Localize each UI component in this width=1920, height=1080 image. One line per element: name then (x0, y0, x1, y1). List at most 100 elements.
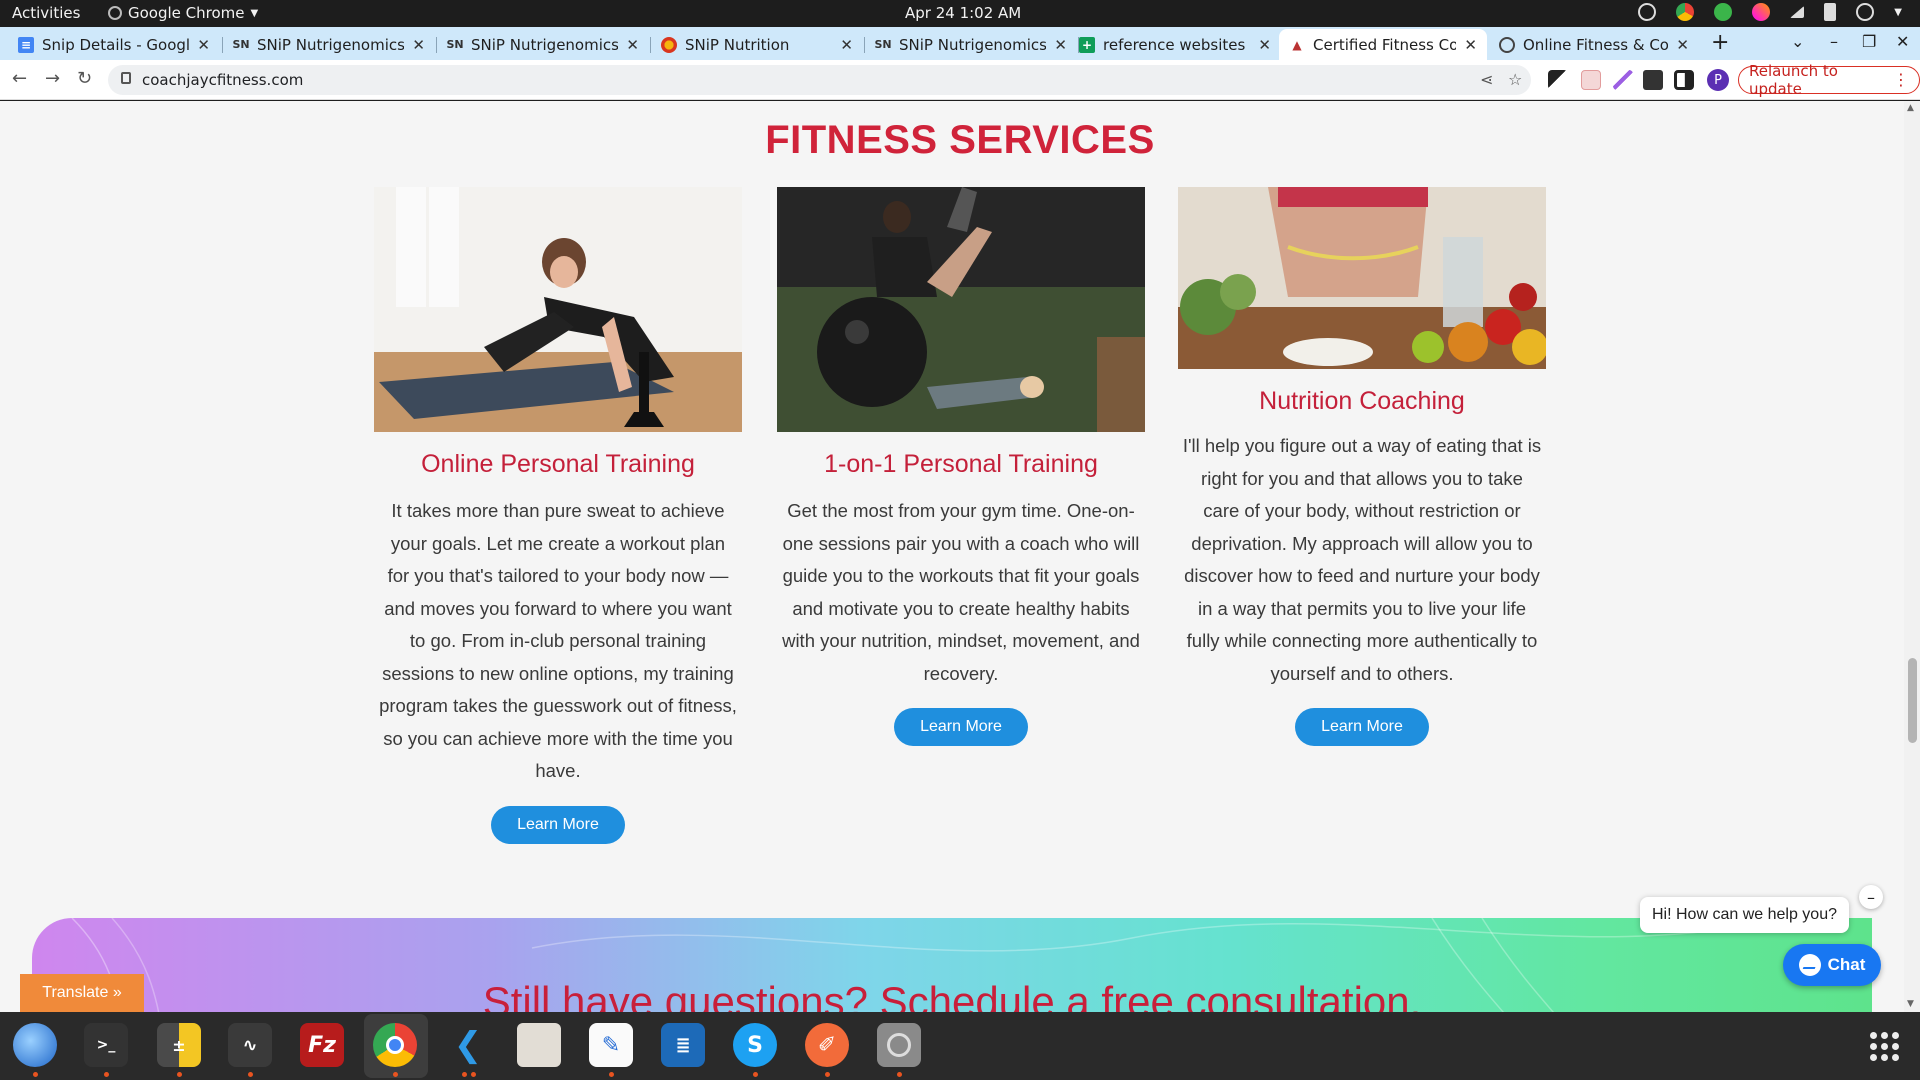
translate-button[interactable]: Translate » (20, 974, 144, 1012)
vscode-icon[interactable]: ❮ (446, 1023, 490, 1067)
tab-search-icon[interactable]: ⌄ (1791, 32, 1804, 51)
back-icon[interactable]: ← (12, 68, 27, 89)
globe-icon (1499, 36, 1515, 53)
tray-app-icon[interactable] (1638, 3, 1657, 21)
more-options-icon[interactable]: ⋮ (1893, 70, 1909, 89)
eyedropper-extension-icon[interactable] (1548, 70, 1568, 90)
one-on-one-training-photo (777, 187, 1145, 432)
scroll-down-icon[interactable]: ▼ (1907, 999, 1914, 1009)
files-icon[interactable] (517, 1023, 561, 1067)
disk-icon[interactable] (877, 1023, 921, 1067)
learn-more-button[interactable]: Learn More (1295, 708, 1429, 746)
docs-icon: ≡ (18, 36, 34, 53)
card-title: Nutrition Coaching (1259, 387, 1465, 415)
tab-snip-nutrigenomics-2[interactable]: SN SNiP Nutrigenomics A ✕ (437, 29, 649, 60)
system-tray[interactable]: ▼ (1638, 3, 1902, 21)
chat-button[interactable]: Chat (1783, 944, 1881, 986)
chrome-tray-icon[interactable] (1676, 3, 1695, 21)
scrollbar-thumb[interactable] (1908, 658, 1917, 743)
tab-snip-nutrigenomics-1[interactable]: SN SNiP Nutrigenomics A ✕ (223, 29, 435, 60)
reload-icon[interactable]: ↻ (77, 68, 92, 89)
address-bar[interactable]: coachjaycfitness.com ⋖ ☆ (108, 65, 1531, 95)
close-icon[interactable]: ✕ (840, 36, 853, 54)
thunderbird-icon[interactable] (13, 1023, 57, 1067)
close-icon[interactable]: ✕ (197, 36, 210, 54)
extensions-puzzle-icon[interactable] (1643, 70, 1663, 90)
section-title: FITNESS SERVICES (765, 118, 1155, 162)
skype-icon[interactable]: S (733, 1023, 777, 1067)
tab-strip: ≡ Snip Details - Google ✕ SN SNiP Nutrig… (0, 27, 1920, 60)
card-title: Online Personal Training (421, 450, 695, 478)
relaunch-label: Relaunch to update (1749, 62, 1838, 98)
card-title: 1-on-1 Personal Training (824, 450, 1098, 478)
calendar-extension-icon[interactable] (1581, 70, 1601, 90)
filezilla-icon[interactable]: Fz (300, 1023, 344, 1067)
tab-snip-details[interactable]: ≡ Snip Details - Google ✕ (8, 29, 220, 60)
clock[interactable]: Apr 24 1:02 AM (905, 4, 1021, 22)
network-icon[interactable] (1790, 6, 1805, 18)
chat-close-button[interactable]: – (1859, 885, 1883, 909)
close-icon[interactable]: ✕ (626, 36, 639, 54)
check-tray-icon[interactable] (1714, 3, 1733, 21)
minimize-icon[interactable]: – (1830, 32, 1838, 51)
activities-button[interactable]: Activities (12, 4, 80, 22)
close-icon[interactable]: ✕ (412, 36, 425, 54)
close-icon[interactable]: ✕ (1464, 36, 1477, 54)
text-editor-icon[interactable]: ✎ (589, 1023, 633, 1067)
power-icon[interactable] (1856, 3, 1875, 21)
card-description: I'll help you figure out a way of eating… (1182, 435, 1542, 684)
tab-online-fitness-coaching[interactable]: Online Fitness & Coac ✕ (1489, 29, 1699, 60)
bookmark-star-icon[interactable]: ☆ (1508, 70, 1522, 89)
learn-more-button[interactable]: Learn More (491, 805, 625, 844)
calculator-icon[interactable]: ± (157, 1023, 201, 1067)
service-card-nutrition: Nutrition Coaching I'll help you figure … (1178, 187, 1546, 746)
app-menu[interactable]: Google Chrome ▼ (108, 4, 258, 22)
service-card-online: Online Personal Training It takes more t… (374, 187, 742, 844)
page-viewport: FITNESS SERVICES Online Personal Trainin… (0, 101, 1920, 1012)
new-tab-button[interactable]: + (1711, 30, 1729, 55)
tab-snip-nutrigenomics-3[interactable]: SN SNiP Nutrigenomics A ✕ (865, 29, 1077, 60)
dock: >_ ± ∿ Fz ❮ ✎ ≣ S ✐ (0, 1012, 1920, 1080)
writer-icon[interactable]: ≣ (661, 1023, 705, 1067)
page-scrollbar[interactable]: ▲ ▼ (1904, 101, 1920, 1012)
online-training-photo (374, 187, 742, 432)
tab-snip-nutrition[interactable]: SNiP Nutrition ✕ (651, 29, 863, 60)
menu-caret-icon[interactable]: ▼ (1894, 7, 1902, 18)
lock-icon[interactable] (121, 72, 131, 84)
side-panel-icon[interactable] (1674, 70, 1694, 90)
relaunch-button[interactable]: Relaunch to update ⋮ (1738, 62, 1920, 98)
service-card-one-on-one: 1-on-1 Personal Training Get the most fr… (777, 187, 1145, 746)
forward-icon[interactable]: → (45, 68, 60, 89)
window-close-icon[interactable]: ✕ (1896, 32, 1909, 51)
color-tray-icon[interactable] (1752, 3, 1771, 21)
tab-reference-websites[interactable]: + reference websites - C ✕ (1069, 29, 1281, 60)
profile-avatar[interactable]: P (1707, 69, 1729, 91)
messenger-icon (1798, 954, 1821, 976)
scroll-up-icon[interactable]: ▲ (1907, 103, 1914, 113)
share-icon[interactable]: ⋖ (1480, 70, 1493, 89)
fitness-icon: ▲ (1292, 37, 1302, 52)
learn-more-button[interactable]: Learn More (894, 708, 1028, 746)
tab-certified-fitness-coach[interactable]: ▲ Certified Fitness Coac ✕ (1279, 29, 1487, 60)
close-icon[interactable]: ✕ (1676, 36, 1689, 54)
chrome-icon[interactable] (373, 1023, 417, 1067)
card-description: It takes more than pure sweat to achieve… (379, 500, 737, 781)
system-monitor-icon[interactable]: ∿ (228, 1023, 272, 1067)
chat-button-label: Chat (1827, 955, 1866, 974)
show-apps-icon[interactable] (1870, 1032, 1900, 1062)
close-icon[interactable]: ✕ (1258, 36, 1271, 54)
banner-heading: Still have questions? Schedule a free co… (482, 978, 1422, 1012)
app-menu-label: Google Chrome (128, 4, 245, 22)
restore-icon[interactable]: ❐ (1862, 32, 1876, 51)
chrome-small-icon (108, 6, 122, 20)
terminal-icon[interactable]: >_ (84, 1023, 128, 1067)
consultation-banner: Still have questions? Schedule a free co… (32, 918, 1872, 1012)
sheets-icon: + (1079, 36, 1095, 53)
pen-extension-icon[interactable] (1613, 70, 1633, 90)
postman-icon[interactable]: ✐ (805, 1023, 849, 1067)
volume-icon[interactable] (1824, 3, 1837, 21)
card-description: Get the most from your gym time. One-on-… (782, 500, 1140, 684)
url-text[interactable]: coachjaycfitness.com (142, 71, 303, 89)
chat-greeting[interactable]: Hi! How can we help you? (1640, 897, 1849, 933)
close-icon[interactable]: ✕ (1054, 36, 1067, 54)
